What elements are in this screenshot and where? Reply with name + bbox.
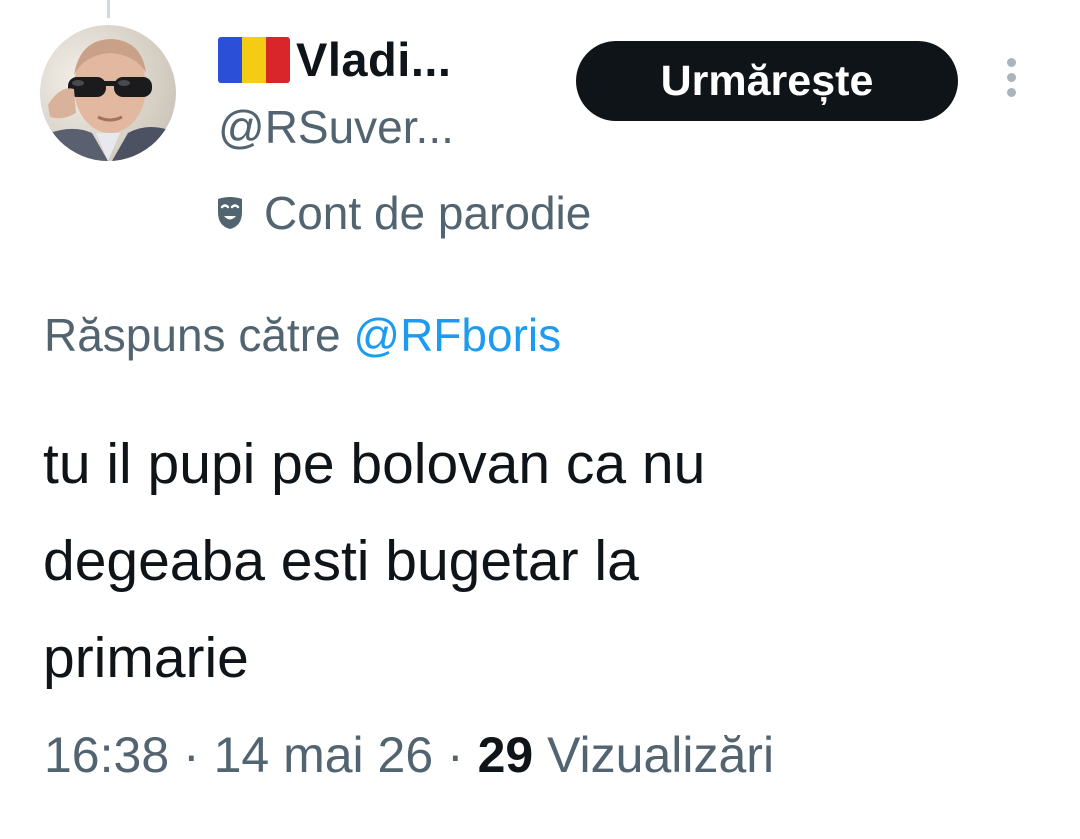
avatar-image [40,25,176,161]
reply-mention-link[interactable]: @RFboris [353,309,561,361]
tweet-text: tu il pupi pe bolovan ca nu degeaba esti… [43,416,1003,707]
author-handle[interactable]: @RSuver... [218,100,454,154]
thread-connector-line [107,0,110,18]
tweet-text-line: degeaba esti bugetar la [43,529,639,593]
follow-button[interactable]: Urmărește [576,41,958,121]
flag-band-blue [218,36,242,83]
parody-account-badge: Cont de parodie [216,186,591,240]
tweet-meta: 16:38 · 14 mai 26 · 29 Vizualizări [44,726,774,784]
tweet-time[interactable]: 16:38 [44,727,169,783]
flag-band-yellow [242,36,266,83]
more-vertical-icon[interactable] [998,58,1024,108]
tweet-text-line: tu il pupi pe bolovan ca nu [43,432,706,496]
flag-band-red [266,36,290,83]
reply-context: Răspuns către @RFboris [44,308,561,362]
meta-separator: · [433,727,478,783]
views-label[interactable]: Vizualizări [533,727,774,783]
avatar[interactable] [40,25,176,161]
reply-prefix: Răspuns către [44,309,354,361]
meta-separator: · [169,727,214,783]
tweet-date[interactable]: 14 mai 26 [214,727,434,783]
views-count[interactable]: 29 [478,727,534,783]
author-name-row[interactable]: Vladi... [218,32,452,87]
theater-mask-icon [216,196,244,230]
romania-flag-icon [218,36,290,83]
author-display-name[interactable]: Vladi... [296,32,452,87]
parody-label: Cont de parodie [264,187,592,239]
tweet-text-line: primarie [43,626,249,690]
